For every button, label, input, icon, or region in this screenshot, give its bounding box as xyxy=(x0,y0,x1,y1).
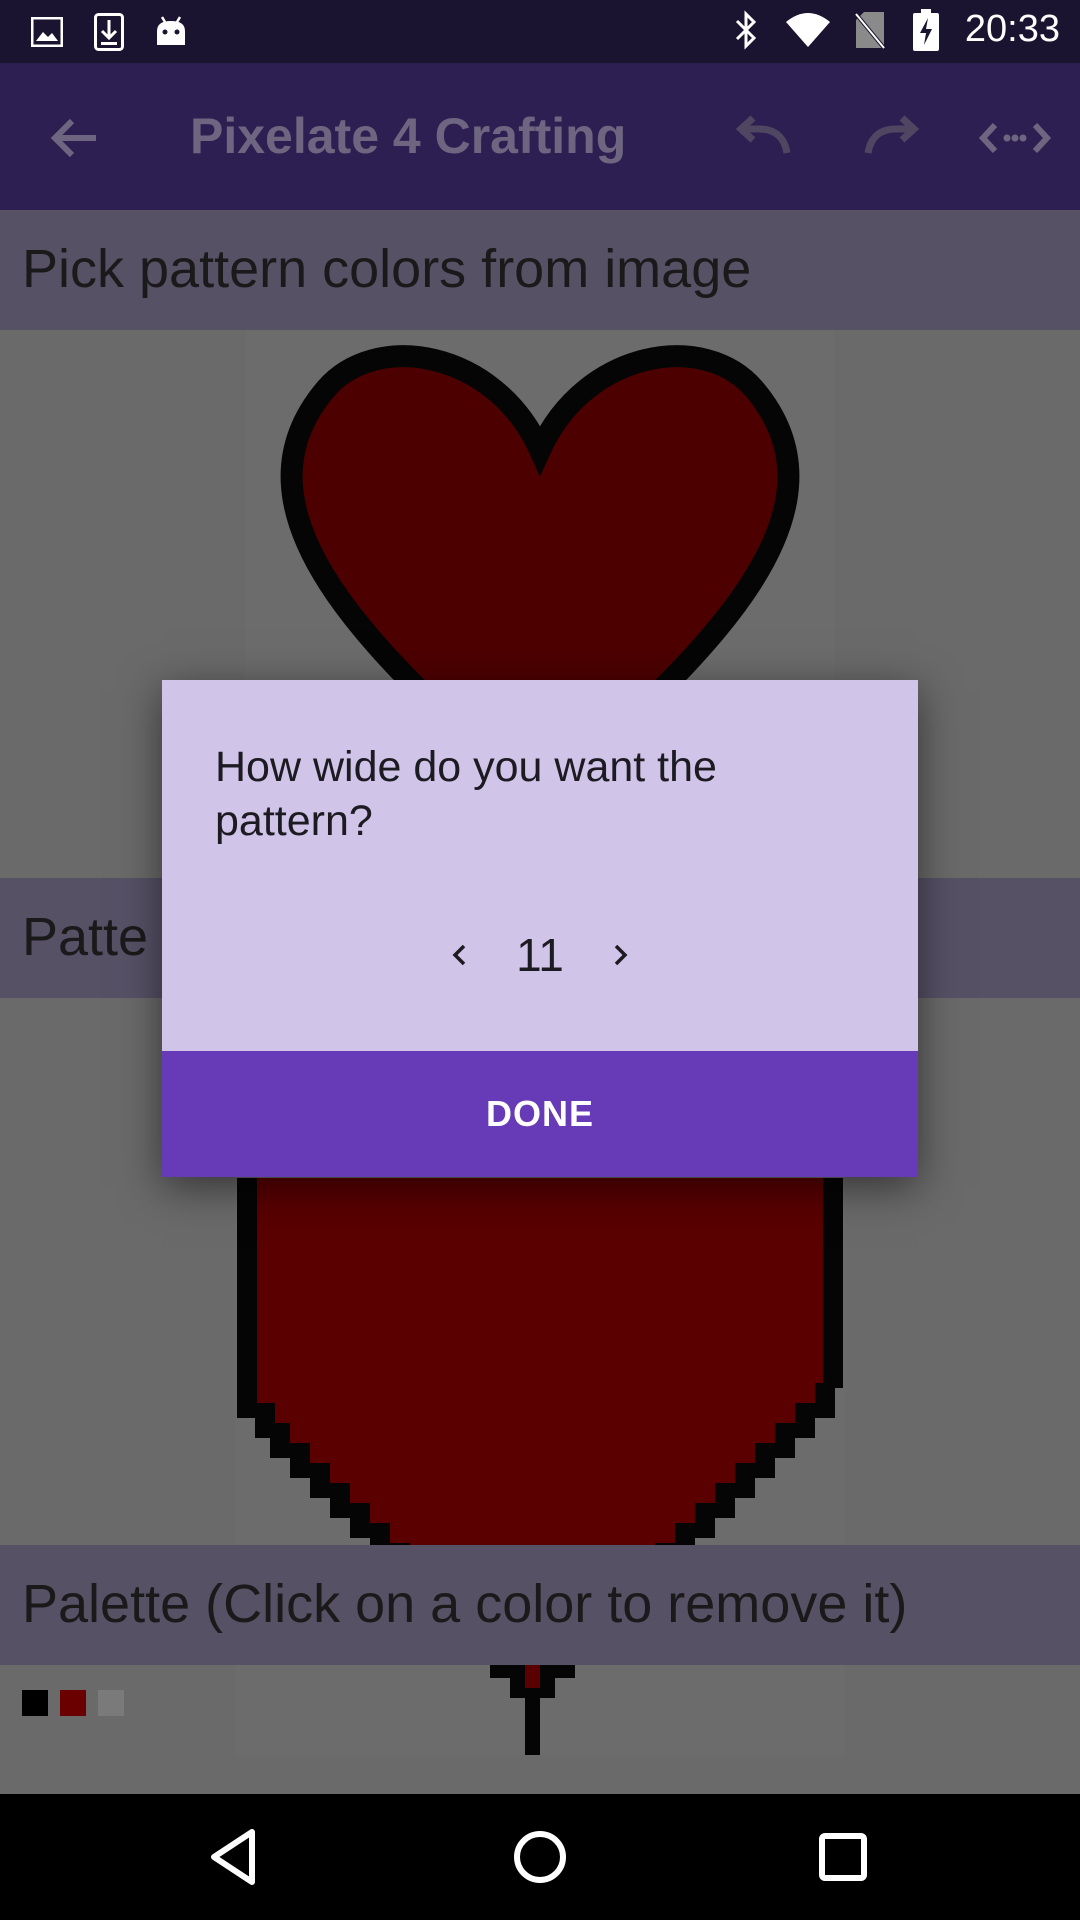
width-dialog: How wide do you want the pattern? 11 DON… xyxy=(162,680,918,1177)
back-triangle-icon[interactable] xyxy=(200,1822,270,1892)
decrease-chevron-icon[interactable] xyxy=(440,930,480,980)
palette-swatch-red[interactable] xyxy=(60,1690,86,1716)
pattern-label: Patte xyxy=(22,907,149,967)
bluetooth-icon xyxy=(729,9,763,50)
palette-swatch-black[interactable] xyxy=(22,1690,48,1716)
width-picker: 11 xyxy=(162,920,918,990)
dialog-question: How wide do you want the pattern? xyxy=(215,743,717,845)
pick-colors-label: Pick pattern colors from image xyxy=(22,239,752,299)
palette-header: Palette (Click on a color to remove it) xyxy=(0,1545,1080,1665)
android-icon xyxy=(154,12,188,52)
recents-square-icon[interactable] xyxy=(808,1822,878,1892)
image-icon xyxy=(30,12,64,52)
increase-chevron-icon[interactable] xyxy=(600,930,640,980)
clock: 20:33 xyxy=(964,8,1060,50)
wifi-icon xyxy=(785,10,831,50)
palette-swatch-light[interactable] xyxy=(98,1690,124,1716)
home-circle-icon[interactable] xyxy=(505,1822,575,1892)
palette-label: Palette (Click on a color to remove it) xyxy=(22,1574,908,1634)
width-value[interactable]: 11 xyxy=(510,928,570,982)
palette-swatches xyxy=(22,1690,124,1716)
undo-icon[interactable] xyxy=(725,103,805,173)
battery-charging-icon xyxy=(909,8,943,51)
done-button[interactable]: DONE xyxy=(162,1051,918,1177)
status-bar: 20:33 xyxy=(0,0,1080,63)
download-icon xyxy=(92,12,126,52)
app-bar: Pixelate 4 Crafting xyxy=(0,63,1080,210)
resize-width-icon[interactable] xyxy=(975,103,1055,173)
redo-icon[interactable] xyxy=(850,103,930,173)
pick-colors-header: Pick pattern colors from image xyxy=(0,210,1080,330)
no-sim-icon xyxy=(853,10,887,50)
back-arrow-icon[interactable] xyxy=(40,103,110,173)
app-title: Pixelate 4 Crafting xyxy=(190,108,627,164)
navigation-bar xyxy=(0,1794,1080,1920)
